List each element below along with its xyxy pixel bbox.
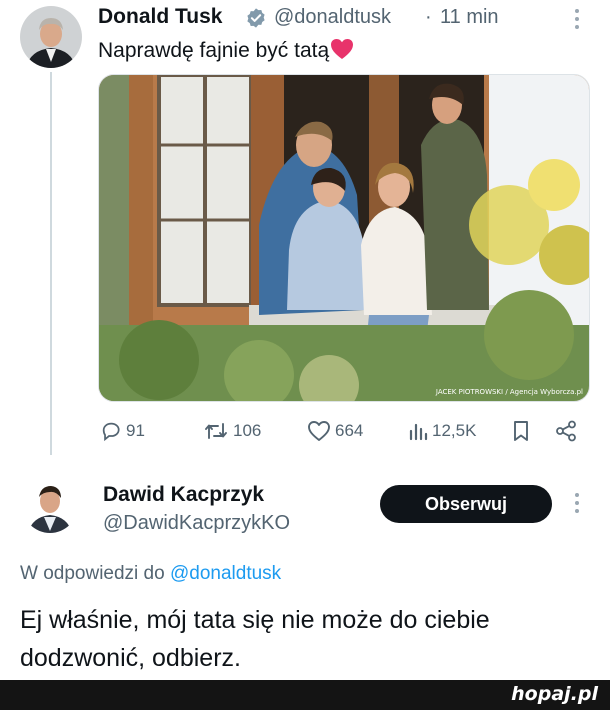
- red-heart-emoji-icon: [330, 38, 354, 66]
- bookmark-icon: [511, 420, 531, 442]
- views-chart-icon: [408, 420, 428, 442]
- watermark-bar: hopaj.pl: [0, 680, 610, 710]
- repost-icon: [203, 420, 229, 442]
- reply-icon: [100, 420, 122, 442]
- in-reply-to-prefix: W odpowiedzi do: [20, 563, 165, 584]
- tweet-author-handle[interactable]: @donaldtusk: [274, 6, 391, 29]
- like-action[interactable]: 664: [307, 420, 363, 442]
- tweet-separator: ·: [425, 6, 432, 28]
- tweet-text-line: Naprawdę fajnie być tatą: [98, 38, 354, 66]
- tweet-timestamp[interactable]: 11 min: [440, 6, 499, 29]
- author-avatar-kacprzyk[interactable]: [22, 477, 78, 533]
- tweet-more-options-icon[interactable]: [574, 8, 580, 30]
- reply-count: 91: [126, 421, 145, 440]
- site-watermark: hopaj.pl: [511, 683, 598, 705]
- bookmark-button[interactable]: [511, 420, 531, 442]
- photo-credit: JACEK PIOTROWSKI / Agencja Wyborcza.pl: [435, 388, 583, 396]
- reply-text: Ej właśnie, mój tata się nie może do cie…: [20, 606, 490, 672]
- reply-action[interactable]: 91: [100, 420, 145, 442]
- reply-more-options-icon[interactable]: [574, 492, 580, 514]
- tweet-text: Naprawdę fajnie być tatą: [98, 39, 330, 62]
- thread-connector-line: [50, 72, 52, 455]
- share-button[interactable]: [554, 420, 578, 442]
- follow-button[interactable]: Obserwuj: [380, 485, 552, 523]
- reply-author-name[interactable]: Dawid Kacprzyk: [103, 483, 264, 507]
- reply-author-handle[interactable]: @DawidKacprzykKO: [103, 512, 290, 535]
- verified-badge-icon: [245, 7, 267, 34]
- in-reply-to-mention[interactable]: @donaldtusk: [170, 563, 281, 584]
- views-count: 12,5K: [432, 421, 477, 440]
- tweet-author-name[interactable]: Donald Tusk: [98, 5, 222, 29]
- share-icon: [554, 420, 578, 442]
- heart-icon: [307, 420, 331, 442]
- like-count: 664: [335, 421, 364, 440]
- repost-count: 106: [233, 421, 262, 440]
- in-reply-to-line: W odpowiedzi do @donaldtusk: [20, 563, 281, 585]
- repost-action[interactable]: 106: [203, 420, 261, 442]
- author-avatar-tusk[interactable]: [20, 6, 82, 68]
- views-action[interactable]: 12,5K: [408, 420, 476, 442]
- tweet-photo[interactable]: JACEK PIOTROWSKI / Agencja Wyborcza.pl: [98, 74, 590, 402]
